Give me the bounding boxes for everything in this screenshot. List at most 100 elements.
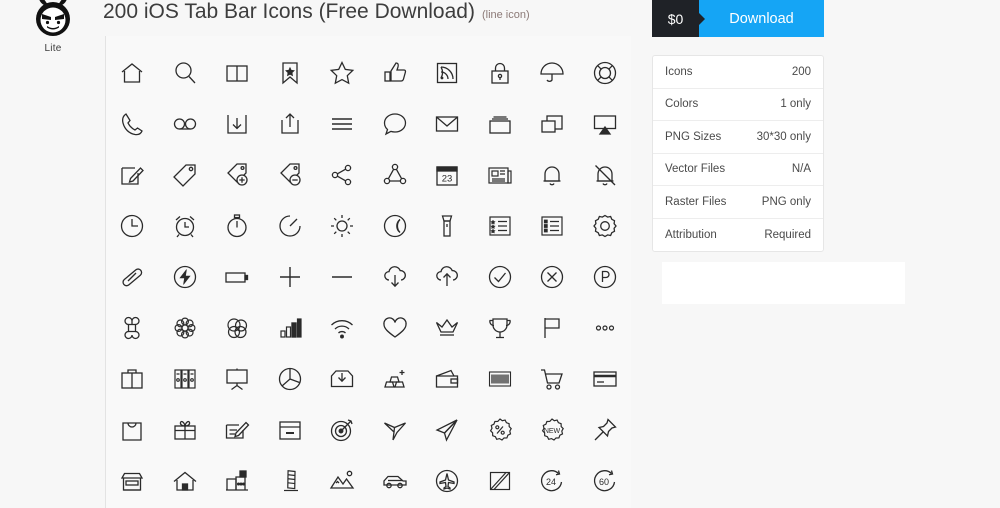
icon-cell[interactable] <box>316 353 369 404</box>
barcode-icon <box>488 370 511 387</box>
info-table: Icons 200 Colors 1 only PNG Sizes 30*30 … <box>652 55 824 252</box>
icon-cell[interactable] <box>526 98 579 149</box>
icon-cell[interactable] <box>369 149 422 200</box>
rss-icon <box>437 62 458 83</box>
icon-cell[interactable] <box>106 149 159 200</box>
icon-cell[interactable] <box>211 302 264 353</box>
icon-cell[interactable] <box>316 98 369 149</box>
icon-cell[interactable] <box>579 149 632 200</box>
icon-cell[interactable]: 24 <box>526 455 579 506</box>
icon-cell[interactable] <box>264 302 317 353</box>
icon-cell[interactable] <box>106 302 159 353</box>
icon-cell[interactable] <box>474 404 527 455</box>
list-star-icon <box>489 215 511 236</box>
info-label: PNG Sizes <box>665 130 722 143</box>
icon-cell[interactable]: 60 <box>579 455 632 506</box>
icon-cell[interactable] <box>264 353 317 404</box>
icon-cell[interactable] <box>211 404 264 455</box>
icon-cell[interactable] <box>369 404 422 455</box>
icon-cell[interactable] <box>474 251 527 302</box>
icon-cell[interactable] <box>211 251 264 302</box>
icon-cell[interactable] <box>474 455 527 506</box>
icon-cell[interactable] <box>159 302 212 353</box>
icon-cell[interactable] <box>159 455 212 506</box>
icon-cell[interactable] <box>316 200 369 251</box>
icon-cell[interactable] <box>159 47 212 98</box>
icon-cell[interactable] <box>421 404 474 455</box>
icon-cell[interactable] <box>421 455 474 506</box>
icon-cell[interactable] <box>421 302 474 353</box>
icon-cell[interactable] <box>316 302 369 353</box>
icon-cell[interactable] <box>264 98 317 149</box>
icon-cell[interactable] <box>526 353 579 404</box>
icon-cell[interactable] <box>106 404 159 455</box>
icon-cell[interactable] <box>211 149 264 200</box>
icon-cell[interactable] <box>579 47 632 98</box>
icon-cell[interactable] <box>526 149 579 200</box>
icon-cell[interactable] <box>211 98 264 149</box>
icon-cell[interactable] <box>474 302 527 353</box>
icon-cell[interactable] <box>106 353 159 404</box>
minutes-60-label: 60 <box>599 477 609 487</box>
icon-cell[interactable] <box>474 200 527 251</box>
icon-cell[interactable]: 23 <box>421 149 474 200</box>
icon-cell[interactable] <box>421 47 474 98</box>
icon-cell[interactable] <box>264 47 317 98</box>
icon-cell[interactable] <box>106 47 159 98</box>
icon-cell[interactable] <box>579 200 632 251</box>
icon-cell[interactable] <box>159 353 212 404</box>
icon-cell[interactable] <box>474 353 527 404</box>
icon-cell[interactable] <box>159 200 212 251</box>
icon-cell[interactable] <box>421 200 474 251</box>
icon-cell[interactable] <box>264 404 317 455</box>
icon-cell[interactable] <box>159 98 212 149</box>
icon-cell[interactable] <box>159 251 212 302</box>
icon-cell[interactable] <box>474 47 527 98</box>
icon-cell[interactable] <box>264 200 317 251</box>
icon-cell[interactable] <box>369 200 422 251</box>
icon-cell[interactable] <box>106 200 159 251</box>
download-button[interactable]: Download <box>699 0 824 37</box>
icon-cell[interactable] <box>316 47 369 98</box>
icon-cell[interactable] <box>316 251 369 302</box>
icon-cell[interactable] <box>579 353 632 404</box>
icon-cell[interactable] <box>369 455 422 506</box>
icon-cell[interactable] <box>421 353 474 404</box>
icon-cell[interactable] <box>264 149 317 200</box>
icon-cell[interactable] <box>526 47 579 98</box>
icon-cell[interactable] <box>159 149 212 200</box>
icon-cell[interactable] <box>264 455 317 506</box>
icon-cell[interactable] <box>316 404 369 455</box>
icon-cell[interactable] <box>369 47 422 98</box>
icon-cell[interactable] <box>264 251 317 302</box>
icon-cell[interactable] <box>106 98 159 149</box>
icon-cell[interactable] <box>211 455 264 506</box>
icon-cell[interactable] <box>211 353 264 404</box>
download-bar[interactable]: $0 Download <box>652 0 824 37</box>
icon-cell[interactable] <box>369 251 422 302</box>
icon-cell[interactable] <box>421 98 474 149</box>
icon-cell[interactable] <box>211 200 264 251</box>
icon-cell[interactable] <box>579 302 632 353</box>
icon-cell[interactable] <box>106 251 159 302</box>
icon-cell[interactable] <box>526 302 579 353</box>
icon-cell[interactable] <box>579 251 632 302</box>
icon-cell[interactable] <box>369 353 422 404</box>
icon-cell[interactable] <box>369 98 422 149</box>
icon-cell[interactable] <box>369 302 422 353</box>
icon-cell[interactable] <box>474 149 527 200</box>
icon-cell[interactable] <box>579 404 632 455</box>
icon-cell[interactable] <box>526 200 579 251</box>
icon-cell[interactable] <box>579 98 632 149</box>
brand-logo[interactable]: Lite <box>26 0 80 54</box>
icon-cell[interactable] <box>316 149 369 200</box>
icon-cell[interactable] <box>316 455 369 506</box>
icon-cell[interactable] <box>211 47 264 98</box>
tag-remove-icon <box>279 162 301 186</box>
icon-cell[interactable] <box>159 404 212 455</box>
icon-cell[interactable] <box>526 251 579 302</box>
icon-cell[interactable] <box>106 455 159 506</box>
icon-cell[interactable] <box>474 98 527 149</box>
icon-cell[interactable] <box>421 251 474 302</box>
icon-cell[interactable]: NEW <box>526 404 579 455</box>
